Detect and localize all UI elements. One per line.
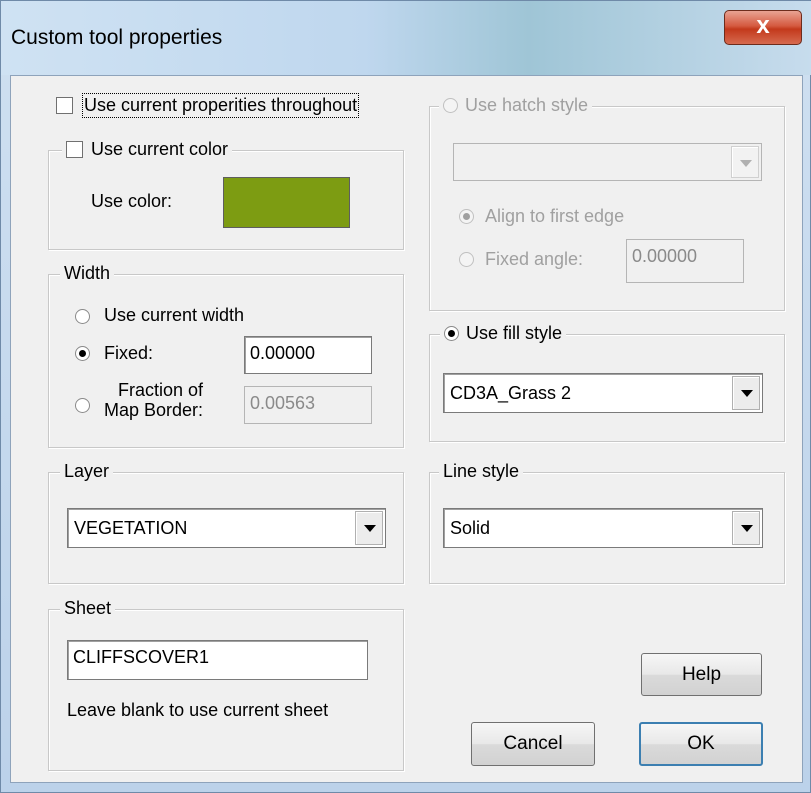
hatch-dropdown-arrow-icon[interactable] <box>731 146 759 178</box>
use-current-width-radio[interactable] <box>75 309 90 324</box>
color-group-legend: Use current color <box>62 138 233 160</box>
sheet-group-legend: Sheet <box>60 598 116 619</box>
line-style-dropdown[interactable]: Solid <box>443 508 763 548</box>
fill-style-legend: Use fill style <box>440 323 567 344</box>
fixed-width-label[interactable]: Fixed: <box>104 343 153 364</box>
hatch-style-dropdown[interactable] <box>453 143 762 181</box>
use-hatch-style-radio[interactable] <box>443 98 458 113</box>
fill-dropdown-arrow-icon[interactable] <box>732 376 760 410</box>
fraction-of-map-border-label[interactable]: Fraction of Map Border: <box>104 380 203 420</box>
fixed-angle-input[interactable]: 0.00000 <box>626 239 744 283</box>
use-current-color-label[interactable]: Use current color <box>91 139 228 159</box>
title-bar[interactable]: Custom tool properties x <box>1 1 811 75</box>
cancel-button[interactable]: Cancel <box>471 722 595 766</box>
fill-style-dropdown-value: CD3A_Grass 2 <box>450 383 572 403</box>
use-fill-style-label[interactable]: Use fill style <box>466 323 562 343</box>
window-title: Custom tool properties <box>11 26 223 49</box>
fixed-angle-radio[interactable] <box>459 252 474 267</box>
layer-dropdown-value: VEGETATION <box>74 518 188 538</box>
color-swatch[interactable] <box>223 177 350 228</box>
fraction-label-line2: Map Border: <box>104 400 204 420</box>
align-to-first-edge-radio[interactable] <box>459 209 474 224</box>
layer-group-legend: Layer <box>60 461 114 482</box>
fraction-of-map-border-radio[interactable] <box>75 398 90 413</box>
line-style-legend: Line style <box>439 461 524 482</box>
line-dropdown-arrow-icon[interactable] <box>732 511 760 545</box>
sheet-hint: Leave blank to use current sheet <box>67 700 329 720</box>
use-current-width-label[interactable]: Use current width <box>104 305 244 326</box>
use-hatch-style-label[interactable]: Use hatch style <box>465 95 588 115</box>
use-current-properties-label[interactable]: Use current properities throughout <box>81 93 360 118</box>
width-group-legend: Width <box>60 263 115 284</box>
dialog-client-area: Use current properities throughout Use c… <box>10 75 803 783</box>
sheet-group <box>48 609 404 771</box>
fraction-label-line1: Fraction of <box>118 380 204 400</box>
fixed-width-radio[interactable] <box>75 346 90 361</box>
use-color-label: Use color: <box>91 191 173 211</box>
use-current-properties-checkbox[interactable] <box>56 97 73 114</box>
close-button[interactable]: x <box>724 10 802 45</box>
hatch-style-legend: Use hatch style <box>439 95 593 116</box>
use-current-color-checkbox[interactable] <box>66 141 83 158</box>
custom-tool-properties-dialog: Custom tool properties x Use current pro… <box>0 0 811 793</box>
help-button[interactable]: Help <box>641 653 762 696</box>
align-to-first-edge-label[interactable]: Align to first edge <box>485 206 624 227</box>
fixed-angle-label[interactable]: Fixed angle: <box>485 249 583 270</box>
fixed-width-input[interactable]: 0.00000 <box>244 336 372 374</box>
line-style-dropdown-value: Solid <box>450 518 491 538</box>
ok-button[interactable]: OK <box>639 722 763 766</box>
fill-style-dropdown[interactable]: CD3A_Grass 2 <box>443 373 763 413</box>
use-fill-style-radio[interactable] <box>444 326 459 341</box>
sheet-input[interactable]: CLIFFSCOVER1 <box>67 640 368 680</box>
fraction-of-map-border-input[interactable]: 0.00563 <box>244 386 372 424</box>
layer-dropdown[interactable]: VEGETATION <box>67 508 386 548</box>
layer-dropdown-arrow-icon[interactable] <box>355 511 383 545</box>
